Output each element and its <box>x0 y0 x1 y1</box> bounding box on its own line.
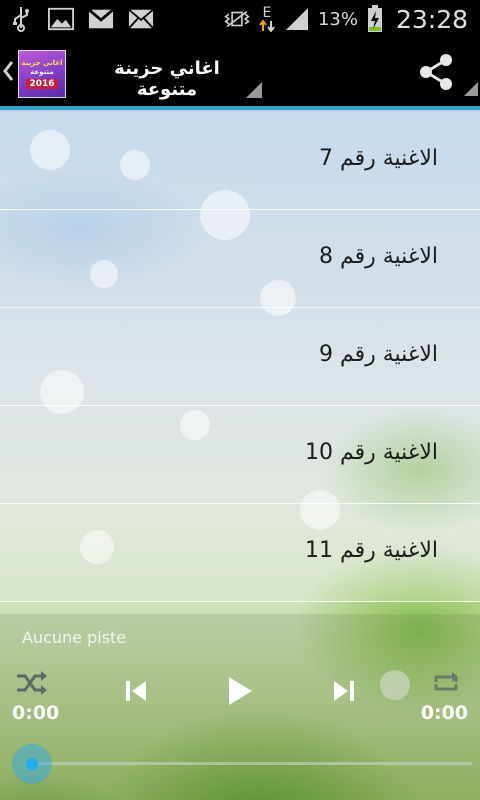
app-icon-line3: 2016 <box>26 79 58 89</box>
track-item[interactable]: الاغنية رقم 11 <box>0 504 480 602</box>
track-label: الاغنية رقم 10 <box>304 440 438 465</box>
total-duration: 0:00 <box>420 702 468 724</box>
vibrate-icon <box>224 6 250 32</box>
repeat-button[interactable] <box>428 668 464 698</box>
track-item[interactable]: الاغنية رقم 7 <box>0 112 480 210</box>
signal-icon <box>284 6 310 32</box>
usb-icon <box>8 6 34 32</box>
action-bar: اغاني حزينة متنوعة 2016 اغاني حزينة متنو… <box>0 38 480 106</box>
back-chevron-icon[interactable] <box>2 60 14 86</box>
play-icon <box>229 677 252 705</box>
status-bar: E 13% 23:28 <box>0 0 480 38</box>
track-list: الاغنية رقم 7 الاغنية رقم 8 الاغنية رقم … <box>0 112 480 602</box>
shuffle-button[interactable] <box>14 668 50 698</box>
app-icon-line2: متنوعة <box>30 68 54 76</box>
network-type-label: E <box>262 5 272 21</box>
skip-previous-icon <box>126 681 146 701</box>
system-icons: E 13% 23:28 <box>224 0 468 38</box>
share-icon <box>420 54 452 90</box>
seek-thumb-dot <box>26 758 38 770</box>
track-label: الاغنية رقم 11 <box>304 538 438 563</box>
shuffle-icon <box>17 671 47 695</box>
notification-icons <box>8 6 154 32</box>
elapsed-time: 0:00 <box>12 702 60 724</box>
next-button[interactable] <box>324 676 364 706</box>
repeat-icon <box>434 672 458 691</box>
mail-icon <box>128 6 154 32</box>
skip-next-icon <box>334 681 354 701</box>
track-label: الاغنية رقم 9 <box>318 342 438 367</box>
track-item[interactable]: الاغنية رقم 8 <box>0 210 480 308</box>
seek-bar[interactable] <box>32 762 472 765</box>
seek-thumb[interactable] <box>12 744 52 784</box>
track-label: الاغنية رقم 8 <box>318 244 438 269</box>
now-playing-label: Aucune piste <box>22 628 127 647</box>
share-button[interactable] <box>416 54 456 90</box>
track-item[interactable]: الاغنية رقم 9 <box>0 308 480 406</box>
share-dropdown-corner-icon <box>464 82 478 96</box>
app-icon[interactable]: اغاني حزينة متنوعة 2016 <box>18 50 66 98</box>
image-icon <box>48 6 74 32</box>
player-controls: Aucune piste 0:00 0:00 <box>0 614 480 800</box>
app-title[interactable]: اغاني حزينة متنوعة <box>92 58 242 100</box>
data-arrows-icon: E <box>258 6 276 32</box>
battery-percent: 13% <box>317 8 358 30</box>
track-item[interactable]: الاغنية رقم 10 <box>0 406 480 504</box>
battery-charging-icon <box>366 5 384 32</box>
play-button[interactable] <box>220 672 260 710</box>
clock: 23:28 <box>395 4 468 34</box>
previous-button[interactable] <box>116 676 156 706</box>
track-label: الاغنية رقم 7 <box>318 146 438 171</box>
gmail-icon <box>88 6 114 32</box>
title-dropdown-corner-icon <box>246 82 262 98</box>
app-icon-line1: اغاني حزينة <box>21 59 63 67</box>
